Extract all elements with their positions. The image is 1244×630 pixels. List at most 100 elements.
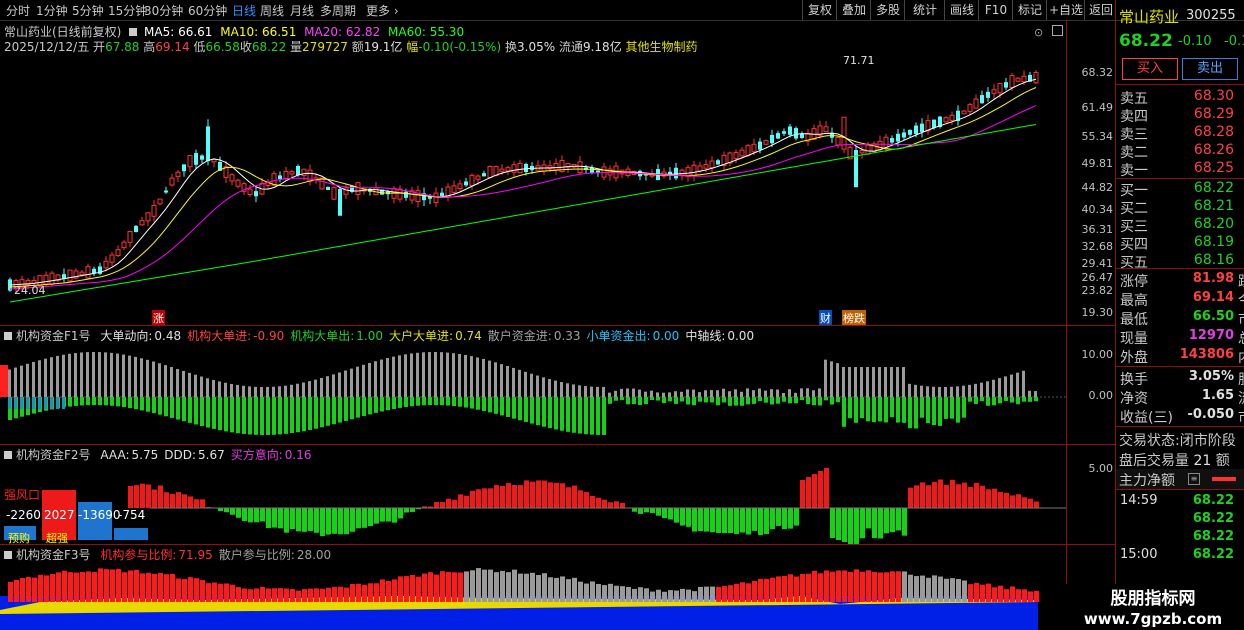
candle-body [601, 166, 607, 178]
toolbar-tool-2[interactable]: 多股 [870, 0, 905, 20]
toolbar-period-0[interactable]: 分时 [6, 2, 30, 19]
f3-menu-icon[interactable] [4, 551, 12, 559]
f1-inst-out-bar [998, 397, 1002, 404]
main-net-row[interactable]: 主力净额 ≡ [1116, 469, 1244, 489]
sell-button[interactable]: 卖出 [1182, 58, 1238, 80]
f1-inst-out-bar [908, 397, 912, 429]
toolbar-period-5[interactable]: 60分钟 [188, 2, 227, 19]
buy-button[interactable]: 买入 [1122, 58, 1178, 80]
f3-bar [386, 580, 391, 602]
f1-inst-out-bar [902, 397, 906, 423]
f3-bar [278, 588, 283, 602]
price-axis-label: 26.47 [1081, 271, 1114, 284]
f1-retail-bar [518, 369, 521, 397]
f1-indicator-chart[interactable] [0, 340, 1070, 444]
buy-level-2[interactable]: 买二 68.21 [1120, 198, 1244, 217]
f1-retail-bar [842, 367, 845, 397]
f2-bar [248, 508, 253, 523]
f1-retail-bar [560, 382, 563, 397]
candle-body [49, 272, 55, 285]
f2-bar [974, 482, 979, 508]
f1-inst-out-bar [146, 397, 150, 412]
toolbar-period-1[interactable]: 1分钟 [36, 2, 68, 19]
f1-menu-icon[interactable] [4, 332, 12, 340]
f3-indicator-chart[interactable] [0, 560, 1062, 630]
toolbar-tool-5[interactable]: F10 [978, 0, 1013, 20]
sell-level-2[interactable]: 卖二 68.26 [1120, 142, 1244, 161]
toolbar-tool-0[interactable]: 复权 [802, 0, 837, 20]
toolbar-tool-1[interactable]: 叠加 [836, 0, 871, 20]
f2-indicator-chart[interactable] [0, 459, 1070, 544]
f2-bar [542, 480, 547, 508]
f1-retail-bar [848, 367, 851, 397]
trade-status-label: 交易状态: [1119, 433, 1180, 449]
f3-bar [644, 588, 649, 602]
f3-bar [518, 573, 523, 602]
sell-level-4[interactable]: 卖四 68.29 [1120, 106, 1244, 125]
ma20-line [9, 105, 1037, 290]
f1-inst-out-bar [194, 397, 198, 425]
candle-body [943, 117, 949, 123]
candlestick-chart[interactable] [0, 20, 1070, 325]
toolbar-period-4[interactable]: 30分钟 [144, 2, 183, 19]
f1-inst-out-bar [806, 397, 810, 405]
f1-retail-bar [914, 384, 917, 397]
f1-retail-bar [434, 352, 437, 397]
buy-level-1[interactable]: 买一 68.22 [1120, 180, 1244, 199]
f3-bar [692, 591, 697, 602]
sell-level-5[interactable]: 卖五 68.30 [1120, 88, 1244, 107]
toolbar-period-10[interactable]: 更多 › [366, 2, 399, 19]
f3-bar [884, 572, 889, 602]
f2-menu-icon[interactable] [4, 451, 12, 459]
f1-inst-out-bar [500, 397, 504, 416]
toolbar-tool-4[interactable]: 画线 [944, 0, 979, 20]
toolbar-period-6[interactable]: 日线 [232, 2, 256, 19]
high-mark: 71.71 [843, 54, 875, 67]
candle-body [283, 171, 289, 180]
sell-level-3[interactable]: 卖三 68.28 [1120, 124, 1244, 143]
toolbar-period-8[interactable]: 月线 [290, 2, 314, 19]
f1-retail-bar [224, 382, 227, 397]
f2-bar [362, 508, 367, 528]
f1-inst-out-bar [518, 397, 522, 421]
buy-level-4[interactable]: 买四 68.19 [1120, 234, 1244, 253]
f1-retail-bar [80, 352, 83, 397]
f1-inst-out-bar [458, 397, 462, 407]
f3-bar [470, 570, 475, 602]
f2-bar [752, 508, 757, 531]
list-icon[interactable]: ≡ [1188, 473, 1200, 485]
f1-retail-bar [782, 392, 785, 397]
toolbar-tool-6[interactable]: 标记 [1012, 0, 1047, 20]
sell-level-1[interactable]: 卖一 68.25 [1120, 160, 1244, 179]
toolbar-period-3[interactable]: 15分钟 [108, 2, 147, 19]
quote-panel: 常山药业 300255 68.22 -0.10 -0.15 买入 卖出 卖五 68… [1115, 0, 1244, 630]
flag-zhang[interactable]: 涨 [152, 310, 165, 326]
f1-axis-10: 10.00 [1081, 348, 1114, 361]
f1-retail-bar [716, 390, 719, 397]
toolbar-tool-8[interactable]: 返回 [1084, 0, 1117, 20]
toolbar-tool-7[interactable]: +自选 [1046, 0, 1085, 20]
f2-bar [560, 483, 565, 508]
toolbar-period-9[interactable]: 多周期 [320, 2, 356, 19]
toolbar-period-7[interactable]: 周线 [260, 2, 284, 19]
f3-bar [704, 586, 709, 602]
toolbar-tool-3[interactable]: 统计 [904, 0, 945, 20]
f1-small-out-bar [20, 397, 23, 409]
sell-level-price: 68.25 [1193, 160, 1234, 176]
f1-inst-out-bar [752, 397, 756, 404]
f1-retail-bar [320, 377, 323, 397]
f2-bar [842, 508, 847, 542]
f1-retail-bar [608, 392, 611, 397]
f1-retail-bar [146, 359, 149, 397]
f2-bar [776, 508, 781, 526]
f3-bar [602, 585, 607, 602]
f3-bar [86, 571, 91, 602]
f3-bar [578, 581, 583, 602]
toolbar-period-2[interactable]: 5分钟 [72, 2, 104, 19]
flag-cai[interactable]: 财 [819, 310, 832, 326]
buy-level-3[interactable]: 买三 68.20 [1120, 216, 1244, 235]
f3-bar [410, 574, 415, 602]
f3-bar [440, 571, 445, 602]
flag-bang[interactable]: 榜跌 [842, 310, 866, 326]
f1-inst-out-bar [530, 397, 534, 424]
